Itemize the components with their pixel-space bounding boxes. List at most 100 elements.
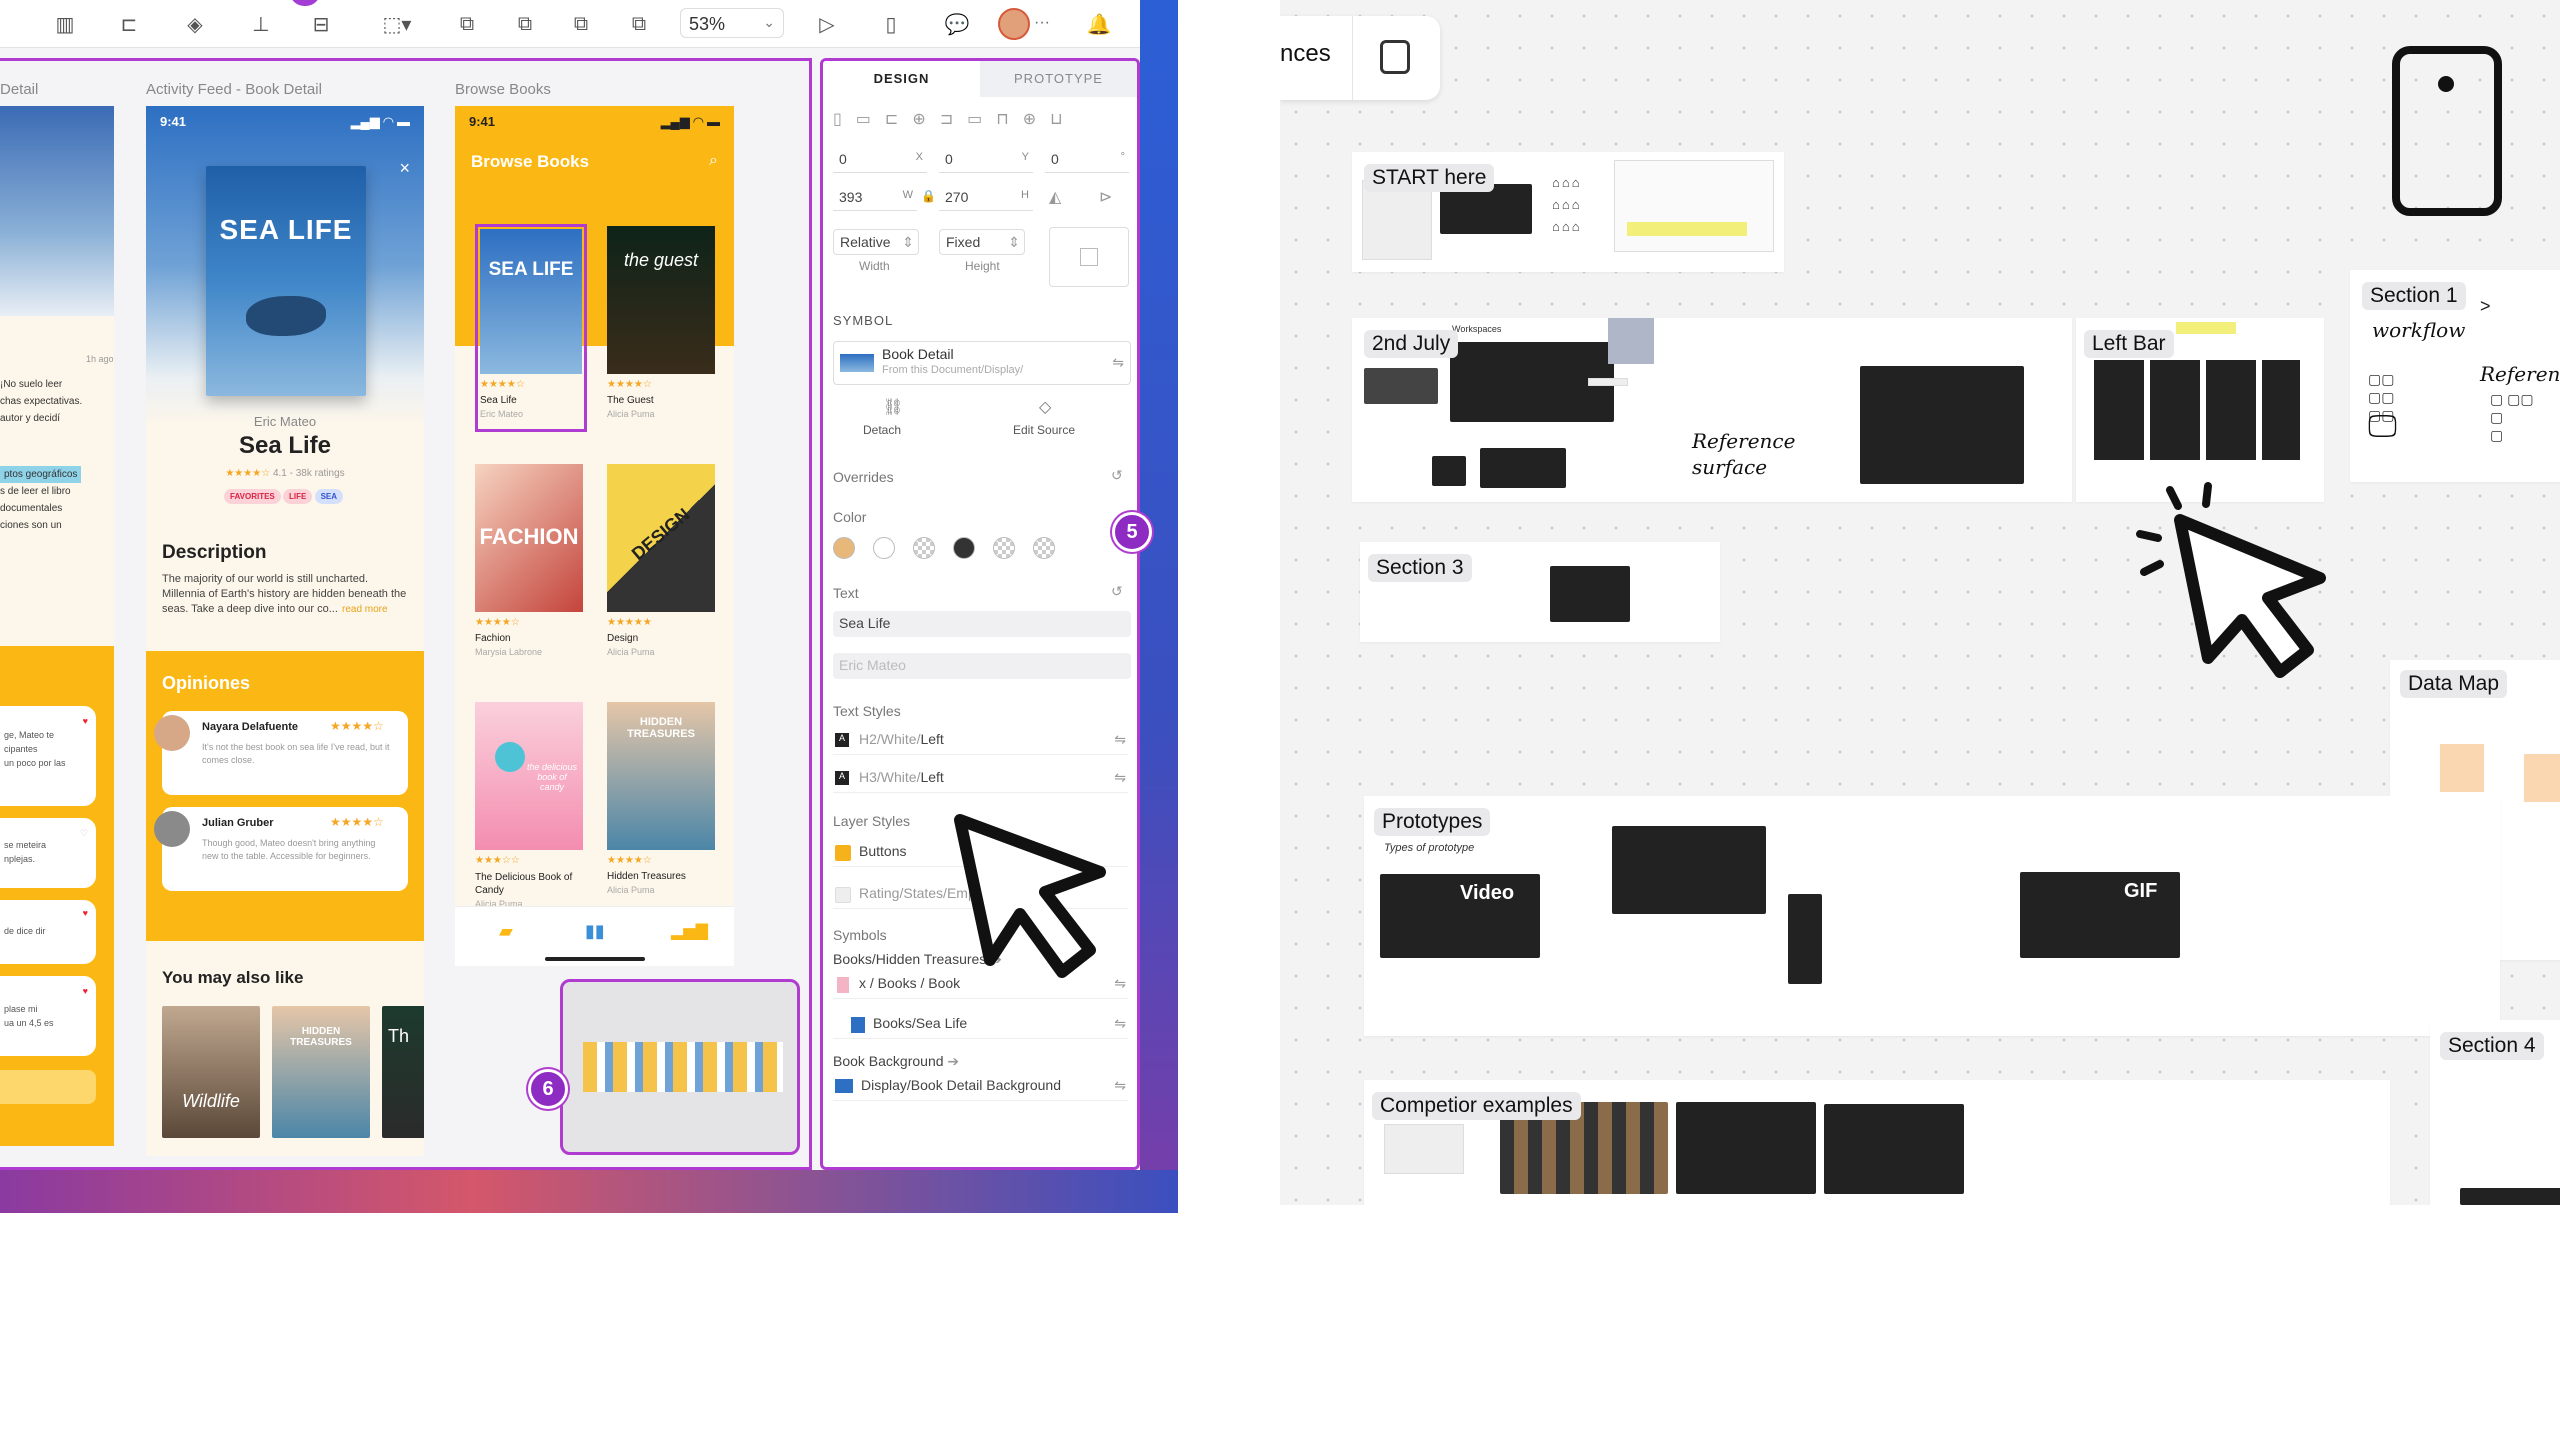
text-style-row[interactable]: A H3/White/Left ⇋ [833,763,1128,793]
heart-outline-icon[interactable]: ♡ [80,826,88,840]
detach-icon[interactable]: ⛓ [883,397,903,417]
swap-icon[interactable]: ⇋ [1114,1077,1126,1094]
section-label[interactable]: 2nd July [1364,330,1459,358]
x-input[interactable]: 0X [833,147,927,173]
section-label[interactable]: Competior examples [1372,1092,1581,1120]
bell-icon[interactable]: 🔔 [1084,10,1114,38]
avatar[interactable] [998,8,1030,40]
distribute-icon[interactable]: ⊟ [306,10,336,38]
width-mode-select[interactable]: Relative ⇕ [833,229,919,255]
swap-icon[interactable]: ⇋ [1114,769,1126,786]
text-override-input[interactable]: Sea Life [833,611,1131,637]
swap-icon[interactable]: ⇋ [1114,1015,1126,1032]
swap-icon[interactable]: ⇋ [1112,354,1124,371]
artboard-label-activity-feed[interactable]: Activity Feed - Book Detail [146,81,322,98]
play-icon[interactable]: ▷ [812,10,842,38]
tab-design[interactable]: DESIGN [823,61,980,97]
video-thumbnail[interactable]: Video [1380,874,1540,958]
home-icon[interactable]: ▰ [499,921,513,942]
flip-horizontal-icon[interactable]: ◭ [1049,187,1061,207]
symbol-picker[interactable]: Book Detail From this Document/Display/ … [833,341,1131,385]
color-swatch[interactable] [833,537,855,559]
comment-icon[interactable]: 💬 [942,10,972,38]
rotation-input[interactable]: 0 ° [1045,147,1129,173]
height-input[interactable]: 270 H [939,185,1033,211]
chip[interactable]: SEA [314,489,344,504]
books-icon[interactable]: ▮▮ [585,921,605,942]
section-label[interactable]: Section 4 [2440,1032,2544,1060]
symbol-group[interactable]: Book Background ➔ [833,1053,959,1070]
canvas[interactable]: Detail Activity Feed - Book Detail Brows… [0,58,812,1170]
boolean-difference-icon[interactable]: ⧉ [624,10,654,38]
symbol-override-row[interactable]: Books/Sea Life ⇋ [833,1009,1128,1039]
section-2nd-july[interactable]: Workspaces Reference surface [1352,318,2072,502]
book-tile[interactable]: DESIGN ★★★★★ Design Alicia Puma [607,464,715,664]
input-bar[interactable] [0,1070,96,1104]
text-style-row[interactable]: A H2/White/Left ⇋ [833,725,1128,755]
artboard-label-detail[interactable]: Detail [0,81,38,98]
component-icon[interactable]: ◈ [180,10,210,38]
boolean-intersect-icon[interactable]: ⧉ [566,10,596,38]
resize-icon[interactable]: ⬚▾ [372,10,422,38]
minimap[interactable] [560,979,800,1155]
boolean-subtract-icon[interactable]: ⧉ [510,10,540,38]
layout-icon[interactable]: ⊏ [114,10,144,38]
tab-prototype[interactable]: PROTOTYPE [980,61,1137,97]
color-swatch[interactable] [873,537,895,559]
artboard-detail[interactable]: 1h ago ¡No suelo leer chas expectativas.… [0,106,114,1146]
book-tile[interactable]: the delicious book of candy ★★★☆☆ The De… [475,702,583,922]
heart-icon[interactable]: ♥ [83,908,88,918]
book-tile[interactable]: FACHION ★★★★☆ Fachion Marysia Labrone [475,464,583,664]
artboard-browse-books[interactable]: 9:41 ▂▄▆ ◠ ▬ Browse Books ⌕ SEA LIFE ★★★★… [455,106,734,966]
search-icon[interactable]: ⌕ [709,152,718,170]
symbol-override-row[interactable]: Display/Book Detail Background ⇋ [833,1071,1128,1101]
comment-card[interactable]: ♥ plase mi ua un 4,5 es [0,976,96,1056]
like-book-cover[interactable]: HIDDEN TREASURES [272,1006,370,1138]
detach-button[interactable]: Detach [863,423,901,437]
reset-icon[interactable]: ↺ [1111,583,1123,600]
artboard-book-detail[interactable]: 9:41 ▂▄▆ ◠ ▬ × SEA LIFE Eric Mateo Sea Li… [146,106,424,1156]
width-input[interactable]: 393 W [833,185,917,211]
book-tile-selected[interactable]: SEA LIFE ★★★★☆ Sea Life Eric Mateo [475,224,587,432]
comment-card[interactable]: ♥ ge, Mateo te cipantes un poco por las [0,706,96,806]
zoom-select[interactable]: 53% ⌄ [680,8,784,38]
section-label[interactable]: Prototypes [1374,808,1491,836]
flip-vertical-icon[interactable]: ⊳ [1099,187,1112,207]
heart-icon[interactable]: ♥ [83,714,88,728]
text-override-input[interactable]: Eric Mateo [833,653,1131,679]
more-icon[interactable]: ··· [1034,14,1050,32]
align-tools-icon[interactable]: ▯▭⊏⊕⊐▭⊓⊕⊔ [833,109,1077,129]
review-card[interactable]: Nayara Delafuente ★★★★☆ It's not the bes… [154,711,408,795]
edit-source-button[interactable]: Edit Source [1013,423,1075,437]
section-label[interactable]: START here [1364,164,1495,192]
book-tile[interactable]: HIDDEN TREASURES ★★★★☆ Hidden Treasures … [607,702,715,902]
like-book-cover[interactable]: Wildlife [162,1006,260,1138]
reset-icon[interactable]: ↺ [1111,467,1123,484]
chip[interactable]: FAVORITES [224,489,281,504]
duplicate-icon[interactable] [1380,40,1410,74]
gif-thumbnail[interactable]: GIF [2020,872,2180,958]
align-icon[interactable]: ⊥ [246,10,276,38]
stats-icon[interactable]: ▂▅▇ [671,921,708,941]
device-icon[interactable]: ▯ [876,10,906,38]
height-mode-select[interactable]: Fixed ⇕ [939,229,1025,255]
lock-icon[interactable]: 🔒 [921,189,936,203]
y-input[interactable]: 0Y [939,147,1033,173]
grid-icon[interactable]: ▥ [50,10,80,38]
boolean-union-icon[interactable]: ⧉ [452,10,482,38]
chip[interactable]: LIFE [282,489,313,504]
whiteboard-canvas[interactable]: nces ⌂⌂⌂ ⌂⌂⌂ ⌂⌂⌂ START here Workspaces Ref… [1280,0,2560,1205]
book-tile[interactable]: the guest ★★★★☆ The Guest Alicia Puma [607,226,715,426]
heart-icon[interactable]: ♥ [83,984,88,998]
section-label[interactable]: Left Bar [2084,330,2174,358]
read-more-link[interactable]: read more [342,604,388,615]
comment-card[interactable]: ♡ se meteira nplejas. [0,818,96,888]
edit-source-icon[interactable]: ◇ [1039,397,1051,417]
color-swatch[interactable] [993,537,1015,559]
color-swatch[interactable] [913,537,935,559]
color-swatch[interactable] [953,537,975,559]
review-card[interactable]: Julian Gruber ★★★★☆ Though good, Mateo d… [154,807,408,891]
book-cover[interactable]: SEA LIFE [206,166,366,396]
color-swatch[interactable] [1033,537,1055,559]
section-label[interactable]: Section 3 [1368,554,1472,582]
